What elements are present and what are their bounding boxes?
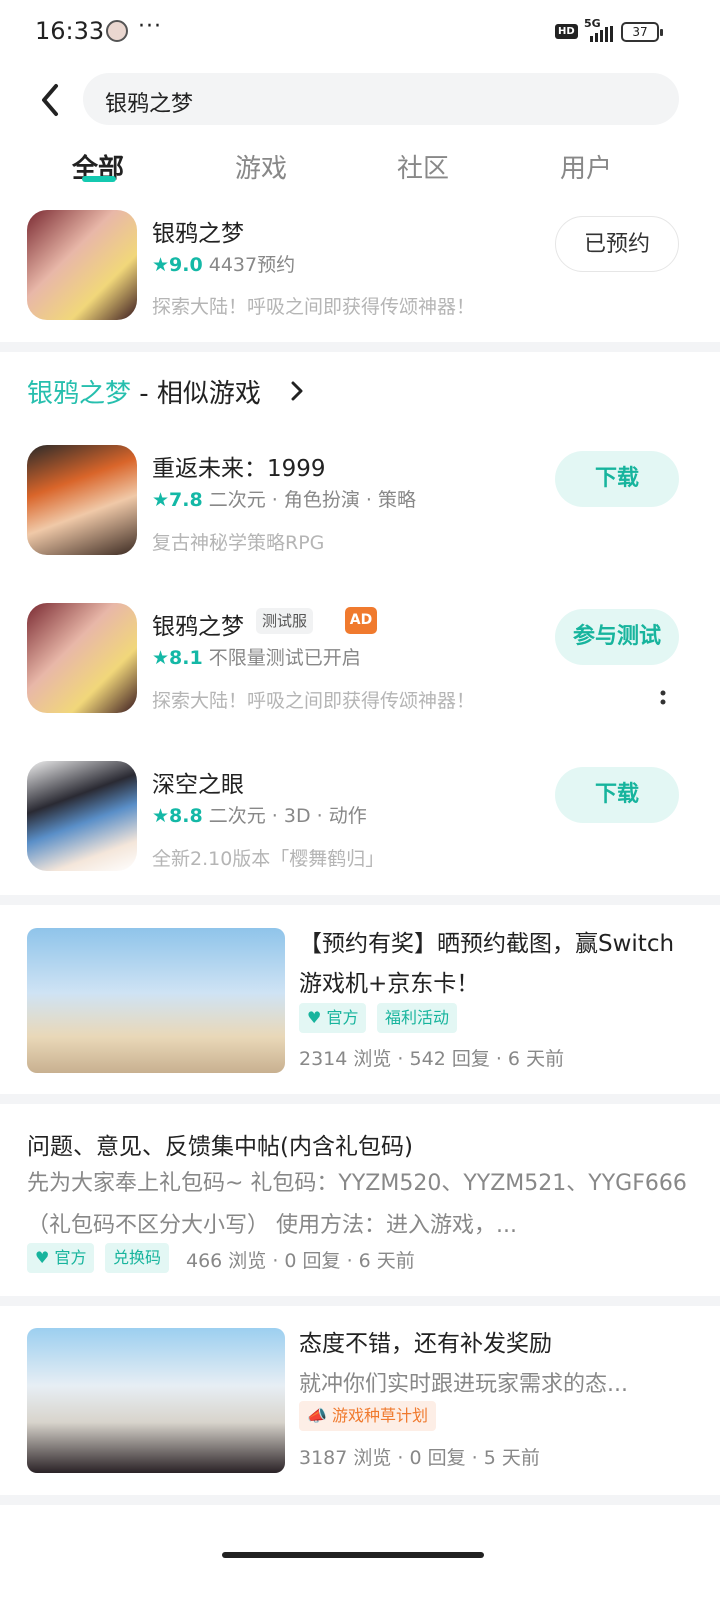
app-name[interactable]: 银鸦之梦 xyxy=(152,214,244,248)
category-badge: 福利活动 xyxy=(377,1003,458,1033)
app-meta: ★9.0 4437预约 xyxy=(152,250,295,277)
post-excerpt[interactable]: 先为大家奉上礼包码~ 礼包码：YYZM520、YYZM521、YYGF666（礼… xyxy=(27,1163,687,1247)
tab-users[interactable]: 用户 xyxy=(560,148,612,185)
megaphone-icon: 📣 xyxy=(307,1406,333,1425)
campaign-badge: 📣 游戏种草计划 xyxy=(299,1401,437,1431)
similar-games-label: - 相似游戏 xyxy=(131,379,261,409)
heart-icon: ♥ xyxy=(35,1248,55,1267)
post-excerpt[interactable]: 就冲你们实时跟进玩家需求的态... xyxy=(299,1366,671,1398)
app-tags: 二次元 · 角色扮演 · 策略 xyxy=(208,489,416,511)
section-divider xyxy=(0,895,720,905)
test-server-badge: 测试服 xyxy=(256,608,314,634)
app-rating: ★8.1 xyxy=(152,647,203,669)
post-title[interactable]: 问题、意见、反馈集中帖(内含礼包码) xyxy=(27,1127,413,1161)
similar-games-header[interactable]: 银鸦之梦 - 相似游戏 xyxy=(27,373,261,410)
tab-community[interactable]: 社区 xyxy=(397,148,449,185)
status-time: 16:33 xyxy=(35,17,105,45)
app-icon-reverse-1999[interactable] xyxy=(27,445,137,555)
download-button[interactable]: 下载 xyxy=(555,767,679,823)
app-meta: ★8.8 二次元 · 3D · 动作 xyxy=(152,801,367,828)
app-description: 全新2.10版本「樱舞鹤归」 xyxy=(152,848,385,870)
section-divider xyxy=(0,1296,720,1306)
official-badge: ♥ 官方 xyxy=(27,1243,95,1273)
signal-icon xyxy=(590,26,613,42)
reserved-button[interactable]: 已预约 xyxy=(555,216,679,272)
app-name[interactable]: 深空之眼 xyxy=(152,765,244,799)
active-tab-indicator xyxy=(82,176,116,182)
app-description: 复古神秘学策略RPG xyxy=(152,532,325,554)
app-rating: ★9.0 xyxy=(152,254,203,276)
join-test-button[interactable]: 参与测试 xyxy=(555,609,679,665)
back-arrow-icon[interactable] xyxy=(34,80,70,120)
badge-label: 游戏种草计划 xyxy=(332,1406,429,1425)
chevron-right-icon[interactable] xyxy=(288,380,306,402)
more-notifications-icon: ··· xyxy=(138,14,162,39)
similar-games-keyword: 银鸦之梦 xyxy=(27,379,132,409)
badge-label: 官方 xyxy=(54,1248,87,1267)
app-status: 不限量测试已开启 xyxy=(208,647,361,669)
badge-label: 官方 xyxy=(326,1008,359,1027)
app-name[interactable]: 银鸦之梦 xyxy=(152,607,244,641)
status-bar: 16:33 ··· HD 5G 37 xyxy=(0,0,720,64)
home-indicator[interactable] xyxy=(222,1552,484,1558)
app-tags: 二次元 · 3D · 动作 xyxy=(208,805,367,827)
official-badge: ♥ 官方 xyxy=(299,1003,367,1033)
section-divider xyxy=(0,342,720,352)
app-description: 探索大陆！呼吸之间即获得传颂神器！ xyxy=(152,690,476,712)
post-stats: 466 浏览 · 0 回复 · 6 天前 xyxy=(186,1250,415,1272)
download-button[interactable]: 下载 xyxy=(555,451,679,507)
battery-icon: 37 xyxy=(621,22,663,42)
hd-icon: HD xyxy=(555,24,578,39)
tab-games[interactable]: 游戏 xyxy=(235,148,287,185)
post-title[interactable]: 态度不错，还有补发奖励 xyxy=(299,1324,689,1364)
app-icon-aether-gazer[interactable] xyxy=(27,761,137,871)
app-name[interactable]: 重返未来：1999 xyxy=(152,449,326,483)
ad-badge: AD xyxy=(345,607,377,634)
search-input[interactable]: 银鸦之梦 xyxy=(83,73,679,125)
app-meta: ★8.1 不限量测试已开启 xyxy=(152,643,361,670)
search-query: 银鸦之梦 xyxy=(105,92,194,117)
app-rating: ★8.8 xyxy=(152,805,203,827)
app-icon-silver-crow[interactable] xyxy=(27,210,137,320)
section-divider xyxy=(0,1094,720,1104)
heart-icon: ♥ xyxy=(307,1008,327,1027)
category-badge: 兑换码 xyxy=(105,1243,170,1273)
more-options-icon[interactable] xyxy=(660,690,666,706)
post-stats: 3187 浏览 · 0 回复 · 5 天前 xyxy=(299,1447,540,1469)
section-divider xyxy=(0,1495,720,1505)
notification-avatar-icon xyxy=(106,20,128,42)
post-stats: 2314 浏览 · 542 回复 · 6 天前 xyxy=(299,1048,565,1070)
app-meta: ★7.8 二次元 · 角色扮演 · 策略 xyxy=(152,485,416,512)
app-rating: ★7.8 xyxy=(152,489,203,511)
tab-bar: 全部 游戏 社区 用户 xyxy=(0,148,720,188)
app-icon-silver-crow-test[interactable] xyxy=(27,603,137,713)
post-thumbnail[interactable] xyxy=(27,1328,285,1473)
post-thumbnail[interactable] xyxy=(27,928,285,1073)
app-reservations: 4437预约 xyxy=(208,254,296,276)
app-description: 探索大陆！呼吸之间即获得传颂神器！ xyxy=(152,296,476,318)
post-title[interactable]: 【预约有奖】晒预约截图，赢Switch游戏机+京东卡！ xyxy=(299,924,689,1004)
